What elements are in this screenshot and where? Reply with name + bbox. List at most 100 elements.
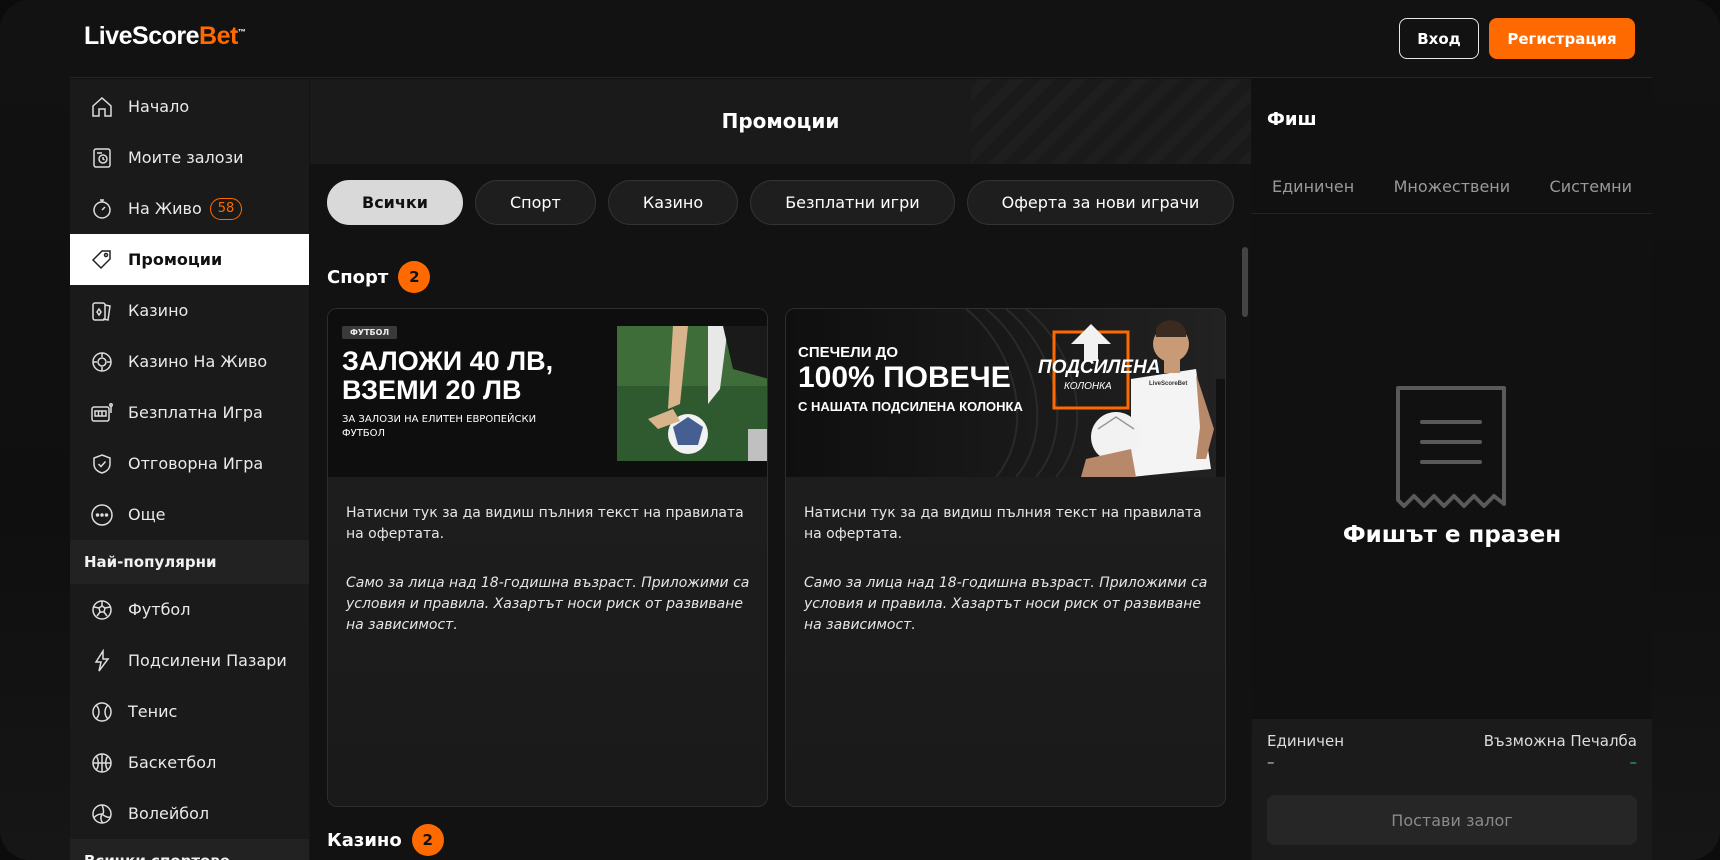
shield-check-icon xyxy=(88,450,116,478)
tab-multiple[interactable]: Множествени xyxy=(1394,177,1511,196)
tennis-icon xyxy=(88,698,116,726)
main-scrollbar-thumb[interactable] xyxy=(1242,247,1248,317)
logo-tm: ™ xyxy=(237,27,246,37)
promo-terms-link[interactable]: Натисни тук за да видиш пълния текст на … xyxy=(804,503,1209,545)
promo-banner-football[interactable]: ФУТБОЛ ЗАЛОЖИ 40 ЛВ, ВЗЕМИ 20 ЛВ ЗА ЗАЛО… xyxy=(328,309,767,477)
tab-system[interactable]: Системни xyxy=(1550,177,1632,196)
chip-icon xyxy=(88,348,116,376)
sidebar-item-tennis[interactable]: Тенис xyxy=(70,686,309,737)
betslip-panel: Фиш Единичен Множествени Системни Фишът … xyxy=(1252,79,1652,860)
sidebar-item-label: Подсилени Пазари xyxy=(128,651,287,670)
logo-accent: Bet xyxy=(199,22,238,50)
sidebar-item-label: Казино На Живо xyxy=(128,352,268,371)
place-bet-button[interactable]: Постави залог xyxy=(1267,795,1637,845)
promo-card-boosted[interactable]: СПЕЧЕЛИ ДО 100% ПОВЕЧЕ С НАШАТА ПОДСИЛЕН… xyxy=(785,308,1226,807)
basketball-icon xyxy=(88,749,116,777)
banner-sub-1: ЗА ЗАЛОЗИ НА ЕЛИТЕН ЕВРОПЕЙСКИ xyxy=(342,414,537,425)
section-sport-count: 2 xyxy=(398,261,431,293)
promo-terms-link[interactable]: Натисни тук за да видиш пълния текст на … xyxy=(346,503,751,545)
boost-icon xyxy=(88,647,116,675)
banner-tag: ФУТБОЛ xyxy=(342,326,398,339)
section-casino-count: 2 xyxy=(411,824,444,856)
sidebar-item-label: Казино xyxy=(128,301,189,320)
page-header: Промоции xyxy=(310,79,1251,164)
sidebar-item-basketball[interactable]: Баскетбол xyxy=(70,737,309,788)
my-bets-icon xyxy=(88,144,116,172)
chip-all[interactable]: Всички xyxy=(327,180,463,225)
sidebar-item-label: Моите залози xyxy=(128,148,244,167)
sidebar-item-more[interactable]: Още xyxy=(70,489,309,540)
betslip-footer: Единичен Възможна Печалба – – Постави за… xyxy=(1252,719,1652,860)
chip-new-players-offer[interactable]: Оферта за нови играчи xyxy=(966,180,1235,225)
live-count-badge: 58 xyxy=(209,197,243,220)
banner-sub-2: ФУТБОЛ xyxy=(342,428,386,439)
sidebar-item-label: Волейбол xyxy=(128,804,210,823)
all-sports-header: Всички спортове xyxy=(70,839,309,860)
sidebar-item-label: Промоции xyxy=(128,250,223,269)
sidebar-item-promotions[interactable]: Промоции xyxy=(70,234,309,285)
promo-card-text: Натисни тук за да видиш пълния текст на … xyxy=(346,503,751,636)
section-casino-label: Казино xyxy=(327,829,402,851)
cards-icon xyxy=(88,297,116,325)
sidebar-item-responsible-gaming[interactable]: Отговорна Игра xyxy=(70,438,309,489)
shirt-logo: LiveScoreBet xyxy=(1149,381,1188,387)
chip-casino[interactable]: Казино xyxy=(607,180,739,225)
volleyball-icon xyxy=(88,800,116,828)
register-button[interactable]: Регистрация xyxy=(1489,18,1635,59)
betslip-tabs: Единичен Множествени Системни xyxy=(1252,159,1652,214)
banner-headline-2: ВЗЕМИ 20 ЛВ xyxy=(342,375,522,405)
home-icon xyxy=(88,93,116,121)
promo-card-text: Натисни тук за да видиш пълния текст на … xyxy=(804,503,1209,636)
sidebar-item-label: Още xyxy=(128,505,166,524)
sidebar-item-football[interactable]: Футбол xyxy=(70,584,309,635)
receipt-icon xyxy=(1396,386,1506,508)
promotions-main: Промоции Всички Спорт Казино Безплатни и… xyxy=(310,79,1251,860)
betslip-empty-text: Фишът е празен xyxy=(1342,522,1562,548)
tag-icon xyxy=(88,246,116,274)
section-sport-label: Спорт xyxy=(327,266,389,288)
section-sport: Спорт 2 xyxy=(327,261,431,293)
login-button[interactable]: Вход xyxy=(1399,18,1479,59)
sidebar-item-live-casino[interactable]: Казино На Живо xyxy=(70,336,309,387)
sidebar-item-label: Баскетбол xyxy=(128,753,217,772)
footer-win-value: – xyxy=(1629,753,1638,771)
sidebar-item-label: Начало xyxy=(128,97,190,116)
boost-badge-sub: КОЛОНКА xyxy=(1064,381,1112,392)
sidebar-item-home[interactable]: Начало xyxy=(70,81,309,132)
footer-potential-win: Възможна Печалба xyxy=(1483,732,1637,750)
footer-bet-type: Единичен xyxy=(1267,732,1345,750)
page-title: Промоции xyxy=(721,109,840,133)
sidebar-item-free-game[interactable]: Безплатна Игра xyxy=(70,387,309,438)
football-icon xyxy=(88,596,116,624)
banner-headline-2: С НАШАТА ПОДСИЛЕНА КОЛОНКА xyxy=(798,399,1023,414)
betslip-title: Фиш xyxy=(1267,109,1317,130)
sidebar-item-casino[interactable]: Казино xyxy=(70,285,309,336)
promo-disclaimer: Само за лица над 18-годишна възраст. При… xyxy=(804,575,1208,633)
boost-badge-title: ПОДСИЛЕНА xyxy=(1038,357,1161,378)
sidebar-item-label: Отговорна Игра xyxy=(128,454,264,473)
sidebar-item-label: На Живо xyxy=(128,199,202,218)
section-casino: Казино 2 xyxy=(327,824,444,856)
slot-machine-icon xyxy=(88,399,116,427)
footer-stake-value: – xyxy=(1267,753,1275,771)
sidebar-item-label: Футбол xyxy=(128,600,191,619)
promo-banner-boosted[interactable]: СПЕЧЕЛИ ДО 100% ПОВЕЧЕ С НАШАТА ПОДСИЛЕН… xyxy=(786,309,1225,477)
logo-main: LiveScore xyxy=(84,22,200,50)
tab-single[interactable]: Единичен xyxy=(1272,177,1354,196)
promo-card-football[interactable]: ФУТБОЛ ЗАЛОЖИ 40 ЛВ, ВЗЕМИ 20 ЛВ ЗА ЗАЛО… xyxy=(327,308,768,807)
sidebar-item-live[interactable]: На Живо 58 xyxy=(70,183,309,234)
chip-free-games[interactable]: Безплатни игри xyxy=(750,180,955,225)
sidebar-item-label: Безплатна Игра xyxy=(128,403,263,422)
logo[interactable]: LiveScoreBet™ xyxy=(84,22,246,51)
more-icon xyxy=(88,501,116,529)
popular-header: Най-популярни xyxy=(70,540,309,584)
sidebar-item-my-bets[interactable]: Моите залози xyxy=(70,132,309,183)
sidebar: Начало Моите залози На Живо 58 Промоции … xyxy=(70,79,309,860)
sidebar-item-boosted-markets[interactable]: Подсилени Пазари xyxy=(70,635,309,686)
sidebar-item-volleyball[interactable]: Волейбол xyxy=(70,788,309,839)
banner-headline-1: 100% ПОВЕЧЕ xyxy=(798,361,1011,394)
filter-chips: Всички Спорт Казино Безплатни игри Оферт… xyxy=(327,180,1235,225)
stopwatch-icon xyxy=(88,195,116,223)
chip-sport[interactable]: Спорт xyxy=(474,180,596,225)
main-scrollbar[interactable] xyxy=(1242,247,1248,847)
